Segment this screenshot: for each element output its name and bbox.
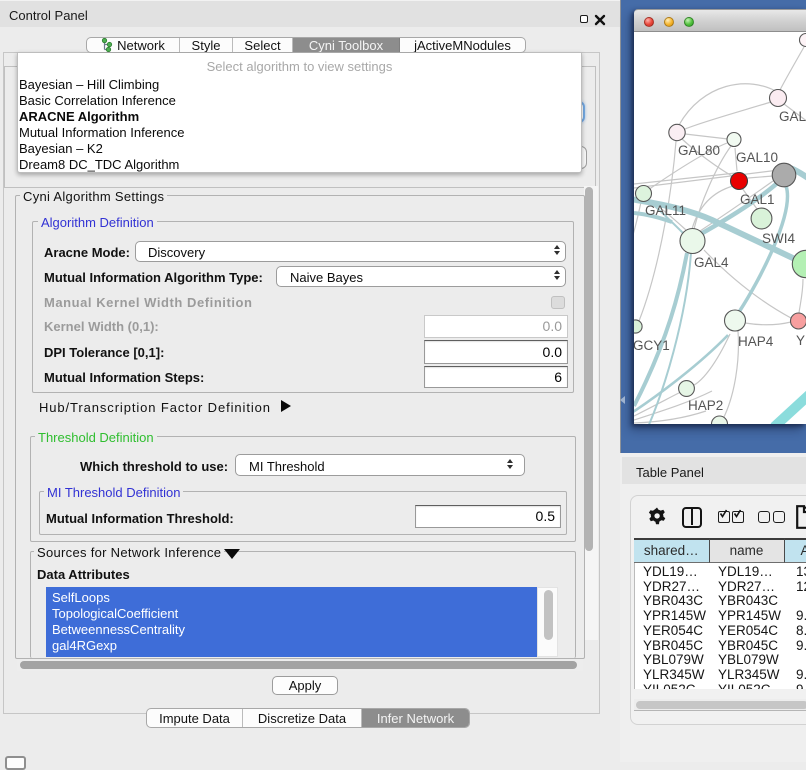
svg-text:GAL: GAL xyxy=(779,109,806,124)
svg-text:GAL10: GAL10 xyxy=(736,150,778,165)
svg-text:GAL1: GAL1 xyxy=(740,192,775,207)
svg-text:GCY1: GCY1 xyxy=(634,338,670,353)
svg-text:HAP2: HAP2 xyxy=(688,398,723,413)
svg-text:GAL11: GAL11 xyxy=(645,203,686,218)
svg-text:GAL80: GAL80 xyxy=(678,143,720,158)
svg-text:HAP4: HAP4 xyxy=(738,334,774,349)
svg-text:Y: Y xyxy=(796,333,805,348)
svg-text:SWI4: SWI4 xyxy=(762,231,795,246)
svg-text:GAL4: GAL4 xyxy=(694,255,729,270)
